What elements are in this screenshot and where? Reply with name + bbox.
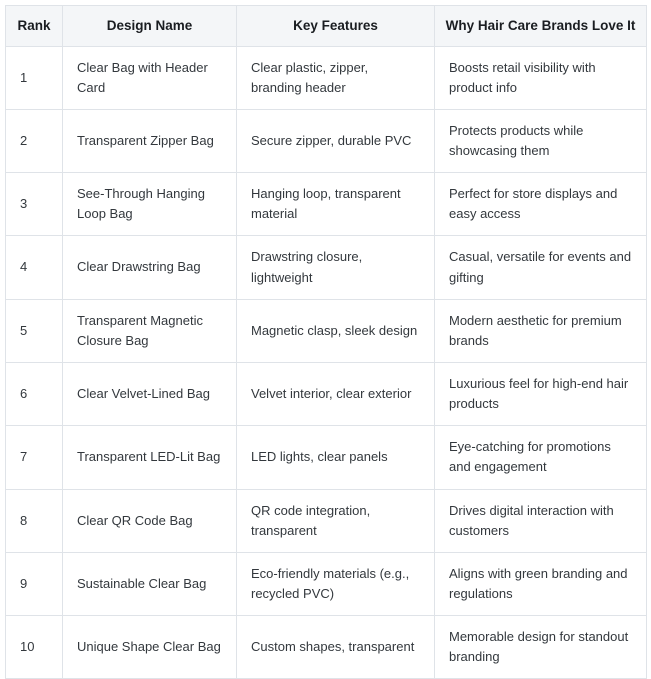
cell-rank: 1 (6, 46, 63, 109)
cell-rank: 5 (6, 299, 63, 362)
cell-design-name: Transparent LED-Lit Bag (63, 426, 237, 489)
table-row: 10 Unique Shape Clear Bag Custom shapes,… (6, 616, 647, 679)
column-header-why-brands-love-it: Why Hair Care Brands Love It (435, 6, 647, 47)
cell-key-features: Hanging loop, transparent material (237, 173, 435, 236)
column-header-rank: Rank (6, 6, 63, 47)
cell-rank: 9 (6, 552, 63, 615)
table-header: Rank Design Name Key Features Why Hair C… (6, 6, 647, 47)
column-header-design-name: Design Name (63, 6, 237, 47)
column-header-key-features: Key Features (237, 6, 435, 47)
cell-why: Perfect for store displays and easy acce… (435, 173, 647, 236)
table-row: 4 Clear Drawstring Bag Drawstring closur… (6, 236, 647, 299)
cell-key-features: Drawstring closure, lightweight (237, 236, 435, 299)
table-row: 8 Clear QR Code Bag QR code integration,… (6, 489, 647, 552)
cell-design-name: Transparent Magnetic Closure Bag (63, 299, 237, 362)
table-row: 2 Transparent Zipper Bag Secure zipper, … (6, 109, 647, 172)
cell-design-name: Unique Shape Clear Bag (63, 616, 237, 679)
table-row: 1 Clear Bag with Header Card Clear plast… (6, 46, 647, 109)
cell-key-features: Secure zipper, durable PVC (237, 109, 435, 172)
cell-key-features: Velvet interior, clear exterior (237, 362, 435, 425)
cell-key-features: Magnetic clasp, sleek design (237, 299, 435, 362)
cell-why: Protects products while showcasing them (435, 109, 647, 172)
cell-design-name: Sustainable Clear Bag (63, 552, 237, 615)
cell-key-features: QR code integration, transparent (237, 489, 435, 552)
cell-design-name: Clear Velvet-Lined Bag (63, 362, 237, 425)
table-row: 9 Sustainable Clear Bag Eco-friendly mat… (6, 552, 647, 615)
table-container: Rank Design Name Key Features Why Hair C… (5, 5, 646, 679)
cell-rank: 8 (6, 489, 63, 552)
design-ranking-table: Rank Design Name Key Features Why Hair C… (5, 5, 647, 679)
cell-why: Aligns with green branding and regulatio… (435, 552, 647, 615)
table-row: 6 Clear Velvet-Lined Bag Velvet interior… (6, 362, 647, 425)
table-row: 7 Transparent LED-Lit Bag LED lights, cl… (6, 426, 647, 489)
cell-key-features: LED lights, clear panels (237, 426, 435, 489)
cell-why: Memorable design for standout branding (435, 616, 647, 679)
cell-key-features: Eco-friendly materials (e.g., recycled P… (237, 552, 435, 615)
cell-key-features: Clear plastic, zipper, branding header (237, 46, 435, 109)
cell-design-name: See-Through Hanging Loop Bag (63, 173, 237, 236)
table-body: 1 Clear Bag with Header Card Clear plast… (6, 46, 647, 679)
cell-why: Modern aesthetic for premium brands (435, 299, 647, 362)
cell-design-name: Clear Drawstring Bag (63, 236, 237, 299)
cell-design-name: Transparent Zipper Bag (63, 109, 237, 172)
cell-rank: 2 (6, 109, 63, 172)
cell-why: Luxurious feel for high-end hair product… (435, 362, 647, 425)
table-header-row: Rank Design Name Key Features Why Hair C… (6, 6, 647, 47)
table-row: 5 Transparent Magnetic Closure Bag Magne… (6, 299, 647, 362)
cell-rank: 3 (6, 173, 63, 236)
cell-why: Boosts retail visibility with product in… (435, 46, 647, 109)
cell-rank: 6 (6, 362, 63, 425)
cell-rank: 10 (6, 616, 63, 679)
cell-why: Drives digital interaction with customer… (435, 489, 647, 552)
cell-rank: 7 (6, 426, 63, 489)
cell-design-name: Clear QR Code Bag (63, 489, 237, 552)
cell-design-name: Clear Bag with Header Card (63, 46, 237, 109)
cell-why: Eye-catching for promotions and engageme… (435, 426, 647, 489)
cell-why: Casual, versatile for events and gifting (435, 236, 647, 299)
cell-rank: 4 (6, 236, 63, 299)
table-row: 3 See-Through Hanging Loop Bag Hanging l… (6, 173, 647, 236)
cell-key-features: Custom shapes, transparent (237, 616, 435, 679)
